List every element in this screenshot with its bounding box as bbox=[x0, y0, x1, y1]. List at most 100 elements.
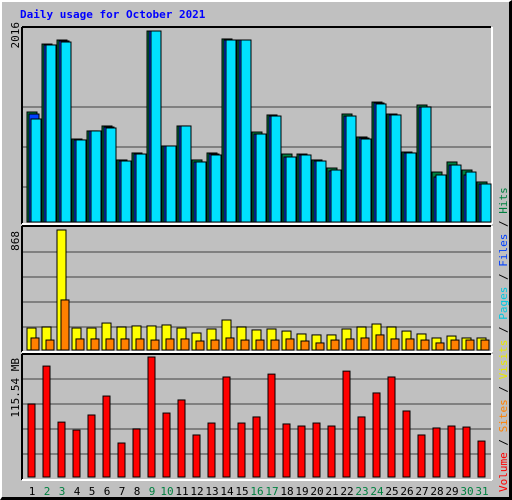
panel-bottom bbox=[21, 353, 493, 481]
x-tick-label: 15 bbox=[235, 485, 248, 498]
x-tick-label: 30 bbox=[460, 485, 473, 498]
bar-pages-day-21 bbox=[330, 169, 342, 223]
legend-item-files: Files bbox=[497, 234, 510, 267]
bar-volume-day-16 bbox=[252, 416, 261, 478]
bar-volume-day-10 bbox=[162, 412, 171, 478]
bar-pages-day-15 bbox=[240, 39, 252, 223]
bar-pages-day-8 bbox=[135, 153, 147, 223]
bar-pages-day-29 bbox=[450, 164, 462, 223]
bar-sites-day-22 bbox=[345, 338, 355, 351]
bar-pages-day-4 bbox=[75, 139, 87, 223]
bar-sites-day-30 bbox=[465, 339, 475, 351]
bar-pages-day-22 bbox=[345, 115, 357, 223]
x-tick-label: 25 bbox=[385, 485, 398, 498]
bar-pages-day-23 bbox=[360, 138, 372, 223]
bar-pages-day-24 bbox=[375, 103, 387, 223]
bar-pages-day-12 bbox=[195, 161, 207, 223]
x-tick-label: 7 bbox=[119, 485, 126, 498]
legend-separator: / bbox=[497, 379, 510, 399]
bar-sites-day-19 bbox=[300, 340, 310, 351]
y-axis-max-label: 2016 bbox=[9, 22, 22, 49]
x-tick-label: 14 bbox=[220, 485, 234, 498]
legend-separator: / bbox=[497, 320, 510, 340]
bar-sites-day-18 bbox=[285, 338, 295, 351]
x-tick-label: 6 bbox=[104, 485, 111, 498]
bar-pages-day-1 bbox=[30, 118, 42, 223]
bar-pages-day-27 bbox=[420, 106, 432, 223]
bar-volume-day-28 bbox=[432, 427, 441, 478]
bar-sites-day-15 bbox=[240, 339, 250, 351]
bar-volume-day-20 bbox=[312, 422, 321, 478]
bar-sites-day-29 bbox=[450, 339, 460, 351]
x-tick-label: 16 bbox=[250, 485, 263, 498]
x-tick-label: 27 bbox=[415, 485, 428, 498]
bar-volume-day-26 bbox=[402, 410, 411, 478]
x-tick-label: 31 bbox=[475, 485, 488, 498]
x-tick-label: 18 bbox=[280, 485, 293, 498]
bar-sites-day-25 bbox=[390, 338, 400, 351]
bar-volume-day-19 bbox=[297, 425, 306, 478]
bar-volume-day-3 bbox=[57, 421, 66, 478]
x-tick-label: 19 bbox=[295, 485, 308, 498]
bar-sites-day-28 bbox=[435, 342, 445, 351]
bar-volume-day-5 bbox=[87, 414, 96, 478]
chart-frame: Daily usage for October 2021 2016 868 115.… bbox=[0, 0, 512, 500]
x-tick-label: 21 bbox=[325, 485, 338, 498]
bar-pages-day-20 bbox=[315, 160, 327, 223]
bar-volume-day-23 bbox=[357, 416, 366, 478]
bar-volume-day-27 bbox=[417, 434, 426, 478]
bar-volume-day-24 bbox=[372, 392, 381, 478]
legend-item-pages: Pages bbox=[497, 287, 510, 320]
x-tick-label: 4 bbox=[74, 485, 81, 498]
bar-volume-day-11 bbox=[177, 399, 186, 478]
y-axis-max-label: 115.54 MB bbox=[9, 358, 22, 418]
x-tick-label: 10 bbox=[160, 485, 173, 498]
legend-item-sites: Sites bbox=[497, 399, 510, 432]
usage-chart: 2016868115.54 MB 1 2 3 4 5 6 7 8 9 10 11 12 13 14 15 16… bbox=[9, 22, 510, 498]
bar-volume-day-8 bbox=[132, 428, 141, 478]
bar-sites-day-26 bbox=[405, 338, 415, 351]
bar-volume-day-18 bbox=[282, 423, 291, 478]
bar-sites-day-9 bbox=[150, 339, 160, 351]
bar-sites-day-23 bbox=[360, 337, 370, 351]
bar-pages-day-31 bbox=[480, 183, 492, 223]
bar-volume-day-7 bbox=[117, 442, 126, 478]
x-tick-label: 1 bbox=[29, 485, 36, 498]
legend-item-visits: Visits bbox=[497, 340, 510, 380]
bar-pages-day-16 bbox=[255, 133, 267, 223]
bar-volume-day-14 bbox=[222, 376, 231, 478]
bar-sites-day-8 bbox=[135, 338, 145, 351]
bar-sites-day-17 bbox=[270, 339, 280, 351]
bar-sites-day-5 bbox=[90, 338, 100, 351]
x-tick-label: 20 bbox=[310, 485, 323, 498]
panel-top bbox=[21, 26, 493, 225]
bar-volume-day-9 bbox=[147, 356, 156, 478]
bar-pages-day-5 bbox=[90, 130, 102, 223]
bar-volume-day-15 bbox=[237, 422, 246, 478]
x-tick-label: 13 bbox=[205, 485, 218, 498]
x-tick-label: 8 bbox=[134, 485, 141, 498]
bar-sites-day-31 bbox=[480, 339, 490, 351]
bar-sites-day-24 bbox=[375, 334, 385, 351]
bar-volume-day-12 bbox=[192, 434, 201, 478]
bar-pages-day-19 bbox=[300, 154, 312, 223]
bar-pages-day-30 bbox=[465, 171, 477, 223]
bar-volume-day-25 bbox=[387, 376, 396, 478]
bar-sites-day-12 bbox=[195, 340, 205, 351]
x-tick-label: 24 bbox=[370, 485, 384, 498]
bar-pages-day-25 bbox=[390, 114, 402, 223]
bar-volume-day-2 bbox=[42, 365, 51, 478]
bar-pages-day-26 bbox=[405, 152, 417, 223]
bar-pages-day-9 bbox=[150, 30, 162, 223]
bar-sites-day-10 bbox=[165, 338, 175, 351]
x-tick-label: 5 bbox=[89, 485, 96, 498]
bar-pages-day-11 bbox=[180, 125, 192, 223]
bar-volume-day-21 bbox=[327, 425, 336, 478]
bar-sites-day-13 bbox=[210, 339, 220, 351]
panel-middle bbox=[21, 225, 493, 353]
bar-pages-day-14 bbox=[225, 39, 237, 223]
bar-sites-day-14 bbox=[225, 337, 235, 351]
bar-sites-day-6 bbox=[105, 338, 115, 351]
bar-sites-day-2 bbox=[45, 339, 55, 351]
bar-pages-day-28 bbox=[435, 174, 447, 223]
